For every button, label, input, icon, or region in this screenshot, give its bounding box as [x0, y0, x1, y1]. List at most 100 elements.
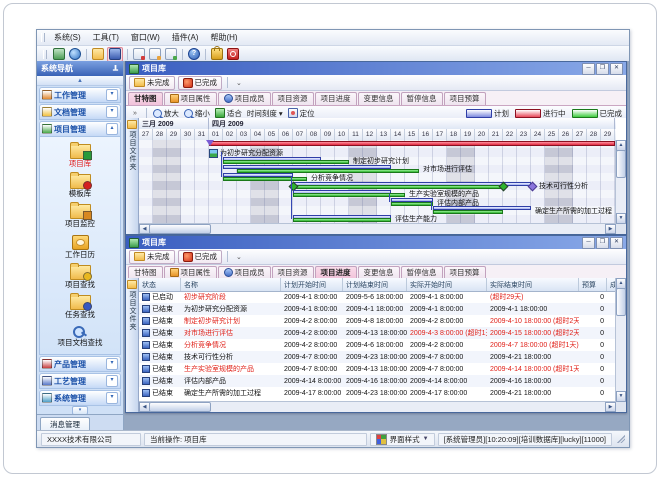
sidebar-group-工艺管理[interactable]: 工艺管理▾	[39, 373, 121, 389]
table-row[interactable]: 已启动初步研究阶段2009-4-1 8:00:002009-5-6 18:00:…	[139, 291, 616, 303]
table-row[interactable]: 已结束评估内部产品2009-4-14 8:00:002009-4-16 18:0…	[139, 375, 616, 387]
side-tab-project-folder[interactable]: 项目文件夹	[126, 278, 139, 412]
column-header-名称[interactable]: 名称	[181, 278, 281, 291]
scroll-right-icon[interactable]: ▶	[605, 402, 616, 412]
scrollbar-thumb[interactable]	[149, 402, 211, 412]
group-expand-button[interactable]: ▾	[106, 106, 118, 118]
side-tab-project-folder[interactable]: 项目文件夹	[126, 118, 139, 234]
sidebar-item-项目查找[interactable]: 项目查找	[65, 265, 95, 289]
menu-item-窗口(W)[interactable]: 窗口(W)	[125, 32, 166, 43]
sidebar-group-产品管理[interactable]: 产品管理▾	[39, 356, 121, 372]
gantt-bar-inprogress-初步研究阶段[interactable]	[209, 141, 615, 146]
sidebar-item-模板库[interactable]: 模板库	[69, 174, 92, 198]
tab-暂停信息[interactable]: 暂停信息	[401, 92, 443, 105]
dropdown-chevron-icon[interactable]: ⌄	[233, 253, 245, 261]
filter-button-已完成[interactable]: 已完成	[178, 250, 223, 264]
gantt-bar-done-确定生产所需的加工过程[interactable]	[433, 210, 503, 214]
gantt-tool-适合[interactable]: 适合	[215, 108, 242, 119]
lock-button[interactable]	[210, 48, 224, 61]
gantt-vertical-scrollbar[interactable]: ▲ ▼	[615, 140, 626, 224]
maximize-button[interactable]: ❐	[596, 63, 609, 75]
menu-item-插件(A)[interactable]: 插件(A)	[166, 32, 205, 43]
column-header-状态[interactable]: 状态	[139, 278, 181, 291]
sidebar-item-项目文档查找[interactable]: 项目文档查找	[58, 325, 103, 347]
dropdown-chevron-icon[interactable]: ⌄	[233, 79, 245, 87]
sidebar-group-工作管理[interactable]: 工作管理▾	[39, 87, 121, 103]
menu-item-工具(T)[interactable]: 工具(T)	[87, 32, 125, 43]
gantt-horizontal-scrollbar[interactable]: ◀ ▶	[139, 223, 616, 234]
scrollbar-thumb[interactable]	[616, 150, 626, 178]
tab-项目成员[interactable]: 项目成员	[218, 92, 271, 105]
pin-icon[interactable]	[112, 65, 119, 72]
column-header-计划开始时间[interactable]: 计划开始时间	[281, 278, 343, 291]
menu-item-帮助(H)[interactable]: 帮助(H)	[204, 32, 243, 43]
close-button[interactable]: ✕	[610, 63, 623, 75]
resize-grip[interactable]	[617, 435, 625, 443]
gantt-bar-done-技术可行性分析[interactable]	[293, 185, 503, 189]
gantt-bar-done-评估生产能力[interactable]	[293, 218, 391, 222]
gantt-chart[interactable]: 为初步研究分配资源制定初步研究计划对市场进行评估分析竞争情况技术可行性分析生产实…	[139, 140, 616, 224]
group-expand-button[interactable]: ▾	[106, 392, 118, 404]
gantt-bar-done-分析竞争情况[interactable]	[223, 177, 307, 181]
sidebar-item-项目监控[interactable]: 项目监控	[65, 204, 95, 228]
open-button[interactable]	[91, 48, 105, 61]
minimize-button[interactable]: ─	[582, 63, 595, 75]
tab-message-management[interactable]: 消息管理	[40, 417, 90, 431]
table-row[interactable]: 已结束技术可行性分析2009-4-7 8:00:002009-4-23 18:0…	[139, 351, 616, 363]
tab-项目进度[interactable]: 项目进度	[315, 92, 357, 105]
scroll-right-icon[interactable]: ▶	[605, 224, 616, 234]
group-expand-button[interactable]: ▾	[106, 375, 118, 387]
table-vertical-scrollbar[interactable]: ▲ ▼	[615, 278, 626, 402]
filter-button-已完成[interactable]: 已完成	[178, 76, 223, 90]
workspace-button[interactable]	[52, 48, 66, 61]
report-button-3[interactable]	[164, 48, 178, 61]
sidebar-group-系统管理[interactable]: 系统管理▾	[39, 390, 121, 406]
sidebar-item-项目库[interactable]: 项目库	[69, 144, 92, 168]
column-header-实际开始时间[interactable]: 实际开始时间	[407, 278, 487, 291]
table-row[interactable]: 已结束对市场进行评估2009-4-2 8:00:002009-4-13 18:0…	[139, 327, 616, 339]
menu-item-系统(S)[interactable]: 系统(S)	[48, 32, 87, 43]
gantt-bar-done-评估内部产品[interactable]	[391, 202, 433, 206]
column-header-计划结束时间[interactable]: 计划结束时间	[343, 278, 407, 291]
group-expand-button[interactable]: ▾	[106, 358, 118, 370]
group-expand-button[interactable]: ▴	[106, 123, 118, 135]
gantt-bar-done-制定初步研究计划[interactable]	[223, 160, 349, 164]
overflow-chevron-icon[interactable]: »	[130, 110, 140, 117]
sidebar-collapse-button[interactable]: ▲	[37, 76, 123, 86]
minimize-button[interactable]: ─	[582, 237, 595, 249]
tab-变更信息[interactable]: 变更信息	[358, 92, 400, 105]
tab-项目属性[interactable]: 项目属性	[164, 92, 217, 105]
save-button[interactable]	[107, 47, 123, 62]
report-button-1[interactable]	[132, 48, 146, 61]
scrollbar-thumb[interactable]	[149, 224, 211, 234]
group-expand-button[interactable]: ▾	[106, 89, 118, 101]
filter-button-未完成[interactable]: 未完成	[129, 76, 175, 90]
window-title-bar[interactable]: 项目库 ─ ❐ ✕	[126, 62, 626, 75]
table-row[interactable]: 已结束为初步研究分配资源2009-4-1 8:00:002009-4-1 18:…	[139, 303, 616, 315]
table-row[interactable]: 已结束分析竞争情况2009-4-2 8:00:002009-4-6 18:00:…	[139, 339, 616, 351]
window-title-bar[interactable]: 项目库 ─ ❐ ✕	[126, 236, 626, 249]
column-header-预算[interactable]: 预算	[579, 278, 607, 291]
tab-项目预算[interactable]: 项目预算	[444, 92, 486, 105]
gantt-tool-放大[interactable]: 放大	[153, 108, 179, 119]
network-button[interactable]	[68, 48, 82, 61]
table-horizontal-scrollbar[interactable]: ◀ ▶	[139, 401, 616, 412]
tab-甘特图[interactable]: 甘特图	[128, 92, 163, 105]
table-row[interactable]: 已结束制定初步研究计划2009-4-2 8:00:002009-4-8 18:0…	[139, 315, 616, 327]
tab-项目资源[interactable]: 项目资源	[272, 92, 314, 105]
gantt-tool-时间刻度[interactable]: 时间刻度▾	[247, 108, 283, 119]
scroll-down-icon[interactable]: ▼	[616, 391, 626, 402]
maximize-button[interactable]: ❐	[596, 237, 609, 249]
help-button[interactable]: ?	[187, 48, 201, 61]
column-header-实际结束时间[interactable]: 实际结束时间	[487, 278, 579, 291]
table-row[interactable]: 已结束确定生产所需的加工过程2009-4-17 8:00:002009-4-23…	[139, 387, 616, 399]
exit-button[interactable]	[226, 48, 240, 61]
gantt-tool-定位[interactable]: 定位	[288, 108, 315, 119]
scrollbar-thumb[interactable]	[616, 288, 626, 316]
sidebar-item-任务查找[interactable]: 任务查找	[65, 295, 95, 319]
report-button-2[interactable]	[148, 48, 162, 61]
filter-button-未完成[interactable]: 未完成	[129, 250, 175, 264]
table-row[interactable]: 已结束生产实验室规模的产品2009-4-7 8:00:002009-4-13 1…	[139, 363, 616, 375]
gantt-bar-done-对市场进行评估[interactable]	[237, 169, 419, 173]
scroll-down-icon[interactable]: ▼	[616, 213, 626, 224]
